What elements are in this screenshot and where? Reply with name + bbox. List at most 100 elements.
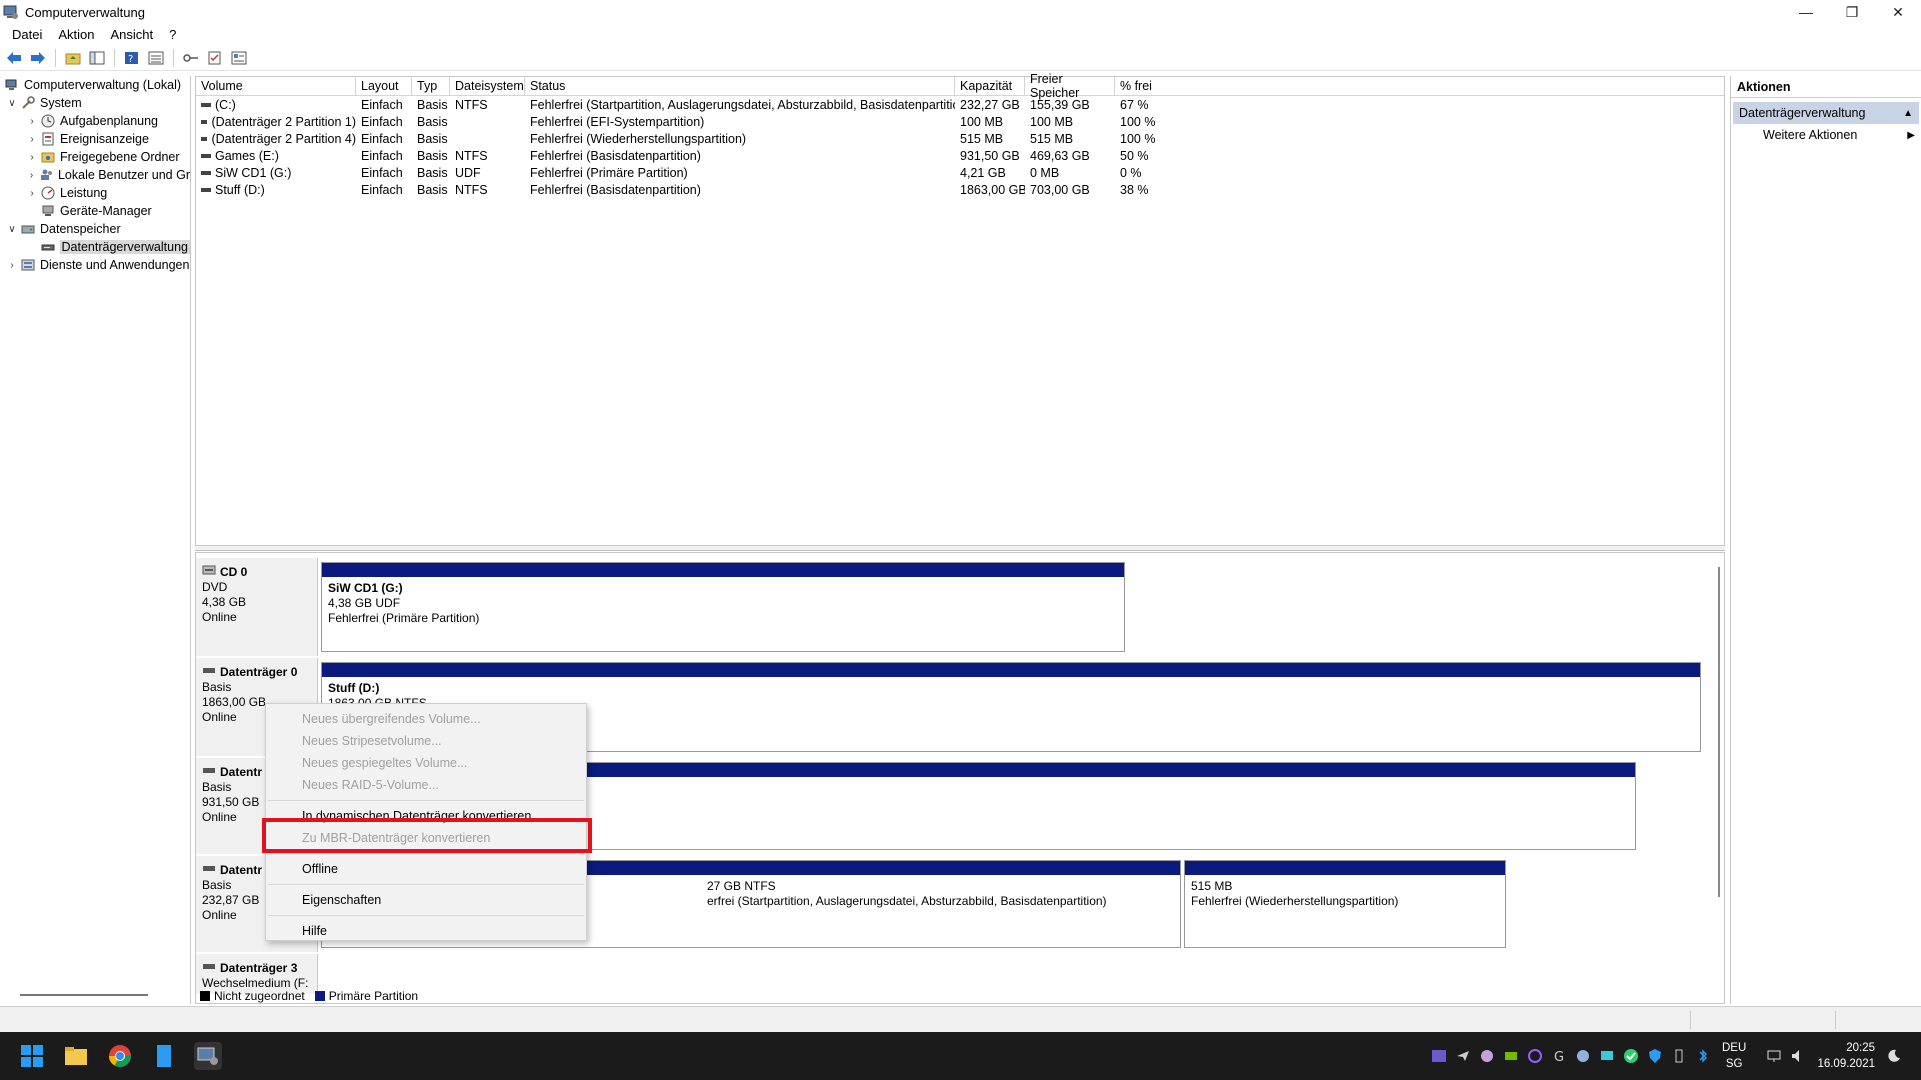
- table-row[interactable]: (C:) Einfach Basis NTFS Fehlerfrei (Startpar…: [196, 96, 1724, 113]
- tree-item-leistung[interactable]: › Leistung: [0, 184, 190, 202]
- chevron-right-icon[interactable]: ›: [26, 170, 37, 181]
- column-header-layout[interactable]: Layout: [356, 77, 412, 95]
- file-explorer-icon[interactable]: [62, 1042, 90, 1070]
- partition-siw-cd1[interactable]: SiW CD1 (G:) 4,38 GB UDF Fehlerfrei (Pri…: [321, 562, 1125, 652]
- tree-item-dienste[interactable]: › Dienste und Anwendungen: [0, 256, 190, 274]
- close-button[interactable]: ✕: [1875, 0, 1921, 24]
- tree-item-datenspeicher[interactable]: ∨ Datenspeicher: [0, 220, 190, 238]
- tree-item-freigegebene-ordner[interactable]: › Freigegebene Ordner: [0, 148, 190, 166]
- chevron-right-icon[interactable]: ›: [6, 260, 18, 271]
- menu-aktion[interactable]: Aktion: [50, 27, 102, 42]
- menu-item-properties[interactable]: Eigenschaften: [266, 889, 586, 911]
- tray-bluetooth-icon[interactable]: [1694, 1047, 1712, 1065]
- notification-icon[interactable]: [1885, 1047, 1903, 1065]
- chevron-down-icon[interactable]: ∨: [6, 224, 18, 235]
- computer-management-taskbar-icon[interactable]: [194, 1042, 222, 1070]
- tray-usb-icon[interactable]: [1670, 1047, 1688, 1065]
- tray-creature-icon[interactable]: [1478, 1047, 1496, 1065]
- details-view-icon[interactable]: [146, 48, 166, 68]
- tray-circle-icon[interactable]: [1526, 1047, 1544, 1065]
- key-icon[interactable]: [181, 48, 201, 68]
- table-row[interactable]: SiW CD1 (G:) Einfach Basis UDF Fehlerfrei (P…: [196, 164, 1724, 181]
- up-folder-icon[interactable]: [63, 48, 83, 68]
- chrome-icon[interactable]: [106, 1042, 134, 1070]
- table-row[interactable]: (Datenträger 2 Partition 1) Einfach Basis F…: [196, 113, 1724, 130]
- chevron-right-icon[interactable]: ›: [26, 116, 38, 127]
- menu-item-new-raid5-volume[interactable]: Neues RAID-5-Volume...: [266, 774, 586, 796]
- help-icon[interactable]: ?: [122, 48, 142, 68]
- menu-ansicht[interactable]: Ansicht: [103, 27, 162, 42]
- column-header-dateisystem[interactable]: Dateisystem: [450, 77, 525, 95]
- windows-start-icon[interactable]: [18, 1042, 46, 1070]
- column-header-typ[interactable]: Typ: [412, 77, 450, 95]
- chevron-right-icon[interactable]: ›: [26, 188, 38, 199]
- tray-shield-icon[interactable]: [1646, 1047, 1664, 1065]
- partition-recovery[interactable]: 515 MB Fehlerfrei (Wiederherstellungspar…: [1184, 860, 1506, 948]
- storage-icon: [20, 221, 36, 237]
- menu-item-convert-mbr[interactable]: Zu MBR-Datenträger konvertieren: [266, 827, 586, 849]
- horizontal-scrollbar[interactable]: [20, 994, 148, 996]
- volume-list: Volume Layout Typ Dateisystem Status Kap…: [195, 72, 1725, 546]
- show-tree-icon[interactable]: [87, 48, 107, 68]
- tray-check-icon[interactable]: [1622, 1047, 1640, 1065]
- computer-management-icon: [3, 4, 19, 20]
- tree-item-ereignisanzeige[interactable]: › Ereignisanzeige: [0, 130, 190, 148]
- weitere-aktionen[interactable]: Weitere Aktionen ▶: [1731, 124, 1921, 146]
- table-cell-volume: (Datenträger 2 Partition 1): [196, 115, 356, 129]
- vertical-scrollbar[interactable]: [1718, 567, 1720, 897]
- input-language[interactable]: DEU SG: [1722, 1040, 1746, 1072]
- taskbar: G DEU SG 20:25 16.09.2021: [0, 1032, 1921, 1080]
- menu-item-new-mirrored-volume[interactable]: Neues gespiegeltes Volume...: [266, 752, 586, 774]
- tree-item-system[interactable]: ∨ System: [0, 94, 190, 112]
- collapse-arrow-icon[interactable]: ▲: [1903, 108, 1913, 119]
- column-header-status[interactable]: Status: [525, 77, 955, 95]
- column-header-freier-speicher[interactable]: Freier Speicher: [1025, 72, 1115, 100]
- notepad-icon[interactable]: [150, 1042, 178, 1070]
- disk-label-cd0[interactable]: CD 0 DVD 4,38 GB Online: [196, 558, 318, 656]
- menu-item-new-striped-volume[interactable]: Neues Stripesetvolume...: [266, 730, 586, 752]
- tree-item-aufgabenplanung[interactable]: › Aufgabenplanung: [0, 112, 190, 130]
- chevron-right-icon[interactable]: ›: [26, 152, 38, 163]
- back-arrow-icon[interactable]: [4, 48, 24, 68]
- menu-item-convert-dynamic[interactable]: In dynamischen Datenträger konvertieren.…: [266, 805, 586, 827]
- tray-steam-icon[interactable]: [1574, 1047, 1592, 1065]
- disk-label-datentraeger-3[interactable]: Datenträger 3 Wechselmedium (F:: [196, 954, 318, 994]
- network-icon[interactable]: [1765, 1047, 1783, 1065]
- pane-splitter[interactable]: [195, 546, 1725, 551]
- menu-help[interactable]: ?: [161, 27, 184, 42]
- table-row[interactable]: Games (E:) Einfach Basis NTFS Fehlerfrei (Ba…: [196, 147, 1724, 164]
- tray-monitor-icon[interactable]: [1598, 1047, 1616, 1065]
- menu-item-new-spanned-volume[interactable]: Neues übergreifendes Volume...: [266, 708, 586, 730]
- disk-row-datentraeger-3[interactable]: Datenträger 3 Wechselmedium (F:: [196, 954, 1666, 994]
- tray-nvidia-icon[interactable]: [1502, 1047, 1520, 1065]
- menu-item-help[interactable]: Hilfe: [266, 920, 586, 942]
- system-clock[interactable]: 20:25 16.09.2021: [1815, 1040, 1875, 1072]
- tray-app-icon[interactable]: [1430, 1047, 1448, 1065]
- table-cell-typ: Basis: [417, 97, 448, 112]
- properties-view-icon[interactable]: [229, 48, 249, 68]
- disk-row-cd0[interactable]: CD 0 DVD 4,38 GB Online SiW CD1 (G:) 4,3…: [196, 558, 1666, 656]
- table-cell-kapazitaet: 4,21 GB: [960, 165, 1006, 180]
- column-header-prozent-frei[interactable]: % frei: [1115, 77, 1175, 95]
- restore-button[interactable]: ❐: [1829, 0, 1875, 24]
- forward-arrow-icon[interactable]: [28, 48, 48, 68]
- tree-item-geraete-manager[interactable]: Geräte-Manager: [0, 202, 190, 220]
- actions-section-datentraegerverwaltung[interactable]: Datenträgerverwaltung ▲: [1733, 102, 1919, 124]
- chevron-right-icon[interactable]: ›: [26, 134, 38, 145]
- menu-datei[interactable]: Datei: [4, 27, 50, 42]
- table-row[interactable]: Stuff (D:) Einfach Basis NTFS Fehlerfrei (Ba…: [196, 181, 1724, 198]
- tree-item-lokale-benutzer[interactable]: › Lokale Benutzer und Gr: [0, 166, 190, 184]
- column-header-volume[interactable]: Volume: [196, 77, 356, 95]
- column-header-kapazitaet[interactable]: Kapazität: [955, 77, 1025, 95]
- table-row[interactable]: (Datenträger 2 Partition 4) Einfach Basis F…: [196, 130, 1724, 147]
- chevron-down-icon[interactable]: ∨: [6, 98, 18, 109]
- tree-item-root[interactable]: Computerverwaltung (Lokal): [0, 76, 190, 94]
- tree-item-datentraegerverwaltung[interactable]: Datenträgerverwaltung: [0, 238, 190, 256]
- table-cell-freier-speicher: 100 MB: [1030, 114, 1074, 129]
- tray-plane-icon[interactable]: [1454, 1047, 1472, 1065]
- volume-icon[interactable]: [1789, 1047, 1807, 1065]
- tray-g-icon[interactable]: G: [1550, 1047, 1568, 1065]
- checklist-icon[interactable]: [205, 48, 225, 68]
- menu-item-offline[interactable]: Offline: [266, 858, 586, 880]
- minimize-button[interactable]: —: [1783, 0, 1829, 24]
